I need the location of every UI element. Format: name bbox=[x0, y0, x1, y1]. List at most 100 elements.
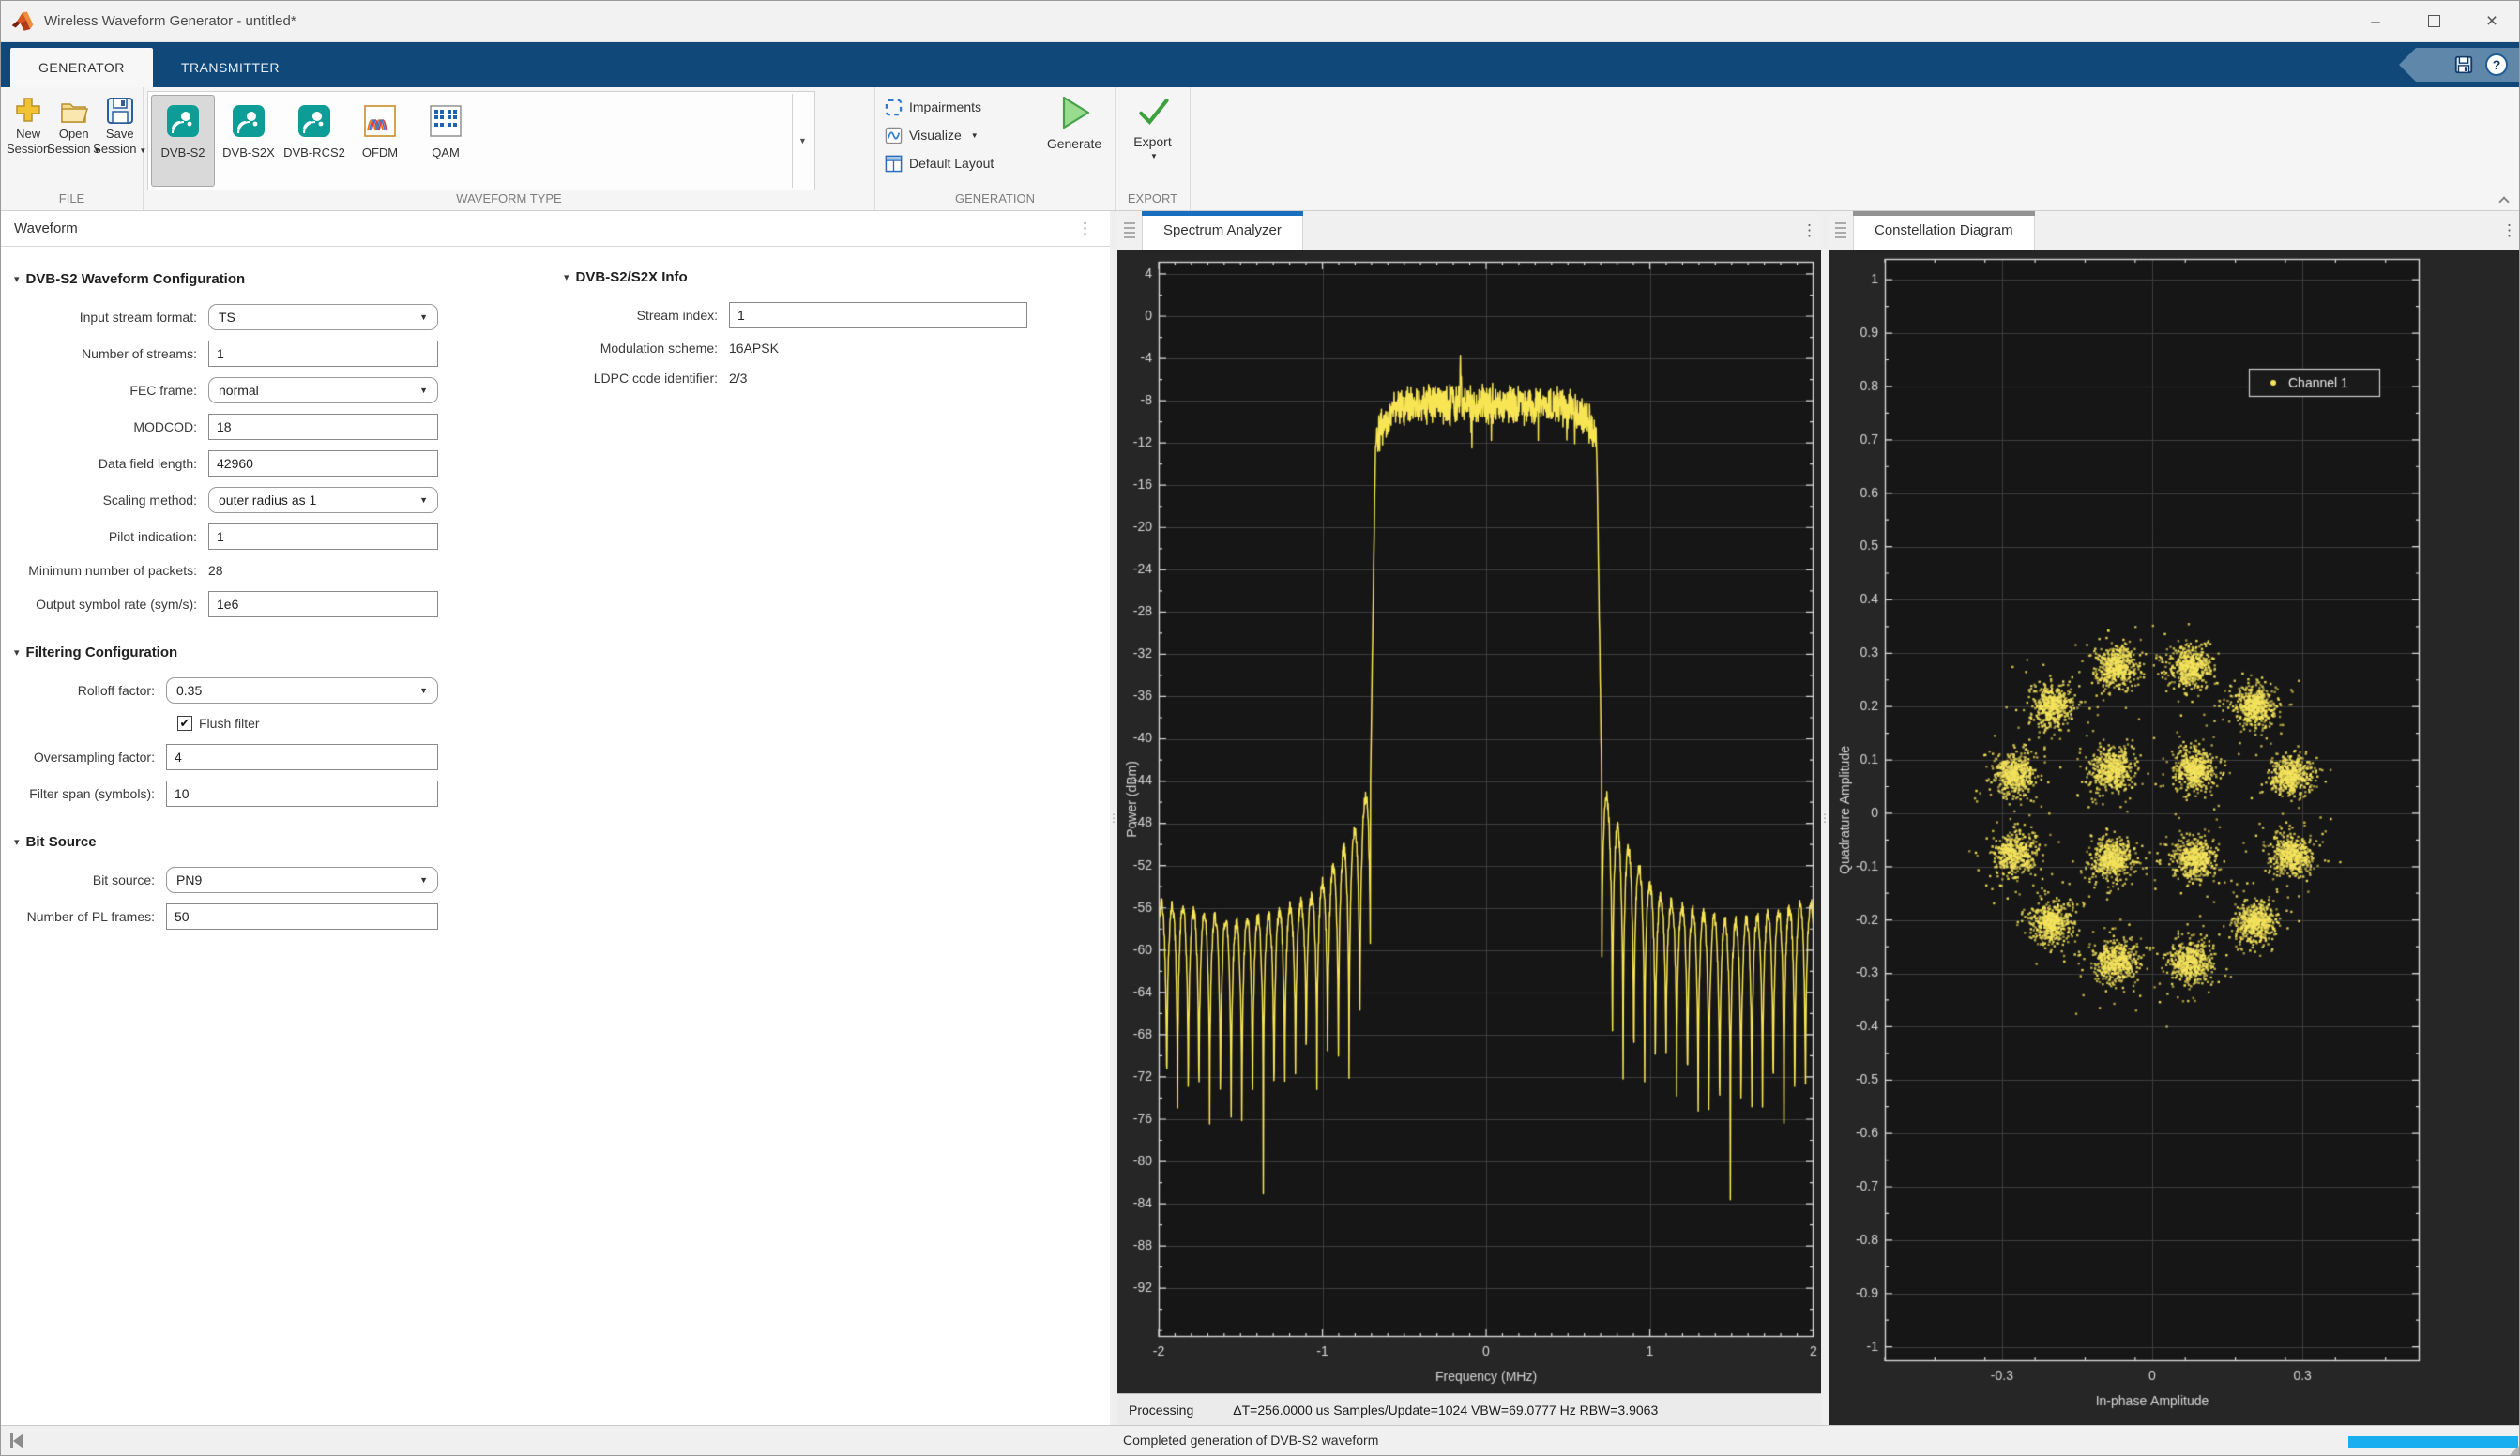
generate-play-icon bbox=[1055, 93, 1094, 132]
visualize-button[interactable]: Visualize ▼ bbox=[885, 121, 994, 149]
form-row: Number of PL frames: bbox=[1, 898, 564, 934]
form-row: Modulation scheme: 16APSK bbox=[564, 333, 1089, 363]
minimize-button[interactable]: – bbox=[2346, 1, 2405, 41]
tab-transmitter[interactable]: TRANSMITTER bbox=[153, 48, 308, 87]
collapse-arrow-icon: ▾ bbox=[14, 836, 20, 848]
constellation-plot[interactable] bbox=[1829, 250, 2520, 1425]
ribbon-section-export: Export ▼ EXPORT bbox=[1116, 87, 1191, 210]
output-symbol-rate-input[interactable] bbox=[208, 591, 438, 617]
form-row: MODCOD: bbox=[1, 408, 564, 445]
form-row: ✔ Flush filter bbox=[1, 708, 564, 738]
dropdown-arrow-icon: ▼ bbox=[971, 131, 979, 140]
matlab-logo-icon bbox=[10, 9, 35, 34]
flush-filter-checkbox[interactable]: ✔ bbox=[177, 716, 192, 731]
resize-grip-icon[interactable] bbox=[2510, 1446, 2519, 1455]
stream-index-input[interactable] bbox=[729, 302, 1027, 328]
collapse-panel-icon[interactable] bbox=[10, 1433, 23, 1448]
spectrum-analyzer-panel: Spectrum Analyzer ⋮ Processing ΔT=256.00… bbox=[1117, 211, 1821, 1425]
waveform-tile-qam[interactable]: QAM bbox=[414, 95, 478, 187]
open-folder-icon bbox=[58, 95, 90, 127]
input-stream-format-dropdown[interactable]: TS ▼ bbox=[208, 304, 438, 330]
section-dvbs2-config[interactable]: ▾ DVB-S2 Waveform Configuration bbox=[14, 271, 564, 287]
number-of-streams-input[interactable] bbox=[208, 341, 438, 367]
tab-generator[interactable]: GENERATOR bbox=[10, 48, 153, 87]
filter-span-input[interactable] bbox=[166, 781, 438, 807]
dropdown-arrow-icon: ▼ bbox=[1150, 152, 1158, 160]
status-bar: Completed generation of DVB-S2 waveform bbox=[1, 1425, 2520, 1456]
maximize-button[interactable] bbox=[2405, 1, 2463, 41]
visualize-icon bbox=[885, 127, 903, 144]
form-row: Filter span (symbols): bbox=[1, 775, 564, 811]
kebab-menu-icon[interactable]: ⋮ bbox=[2497, 221, 2520, 240]
gallery-dropdown-button[interactable]: ▼ bbox=[792, 94, 812, 188]
form-row: Output symbol rate (sym/s): bbox=[1, 585, 564, 622]
panel-splitter[interactable]: ⋮ bbox=[1110, 211, 1117, 1425]
dropdown-arrow-icon: ▼ bbox=[419, 312, 428, 322]
waveform-panel-header: Waveform ⋮ bbox=[1, 211, 1110, 247]
default-layout-button[interactable]: Default Layout bbox=[885, 149, 994, 177]
satellite-icon bbox=[297, 104, 331, 138]
impairments-button[interactable]: Impairments bbox=[885, 93, 994, 121]
form-row: LDPC code identifier: 2/3 bbox=[564, 363, 1089, 393]
fec-frame-dropdown[interactable]: normal ▼ bbox=[208, 377, 438, 403]
dropdown-arrow-icon: ▼ bbox=[419, 495, 428, 505]
waveform-tile-dvbs2x[interactable]: DVB-S2X bbox=[217, 95, 281, 187]
dvbs2-info-block: ▾ DVB-S2/S2X Info Stream index: Modulati… bbox=[564, 247, 1089, 393]
ribbon-section-file: New Session Open Session▼ Save bbox=[1, 87, 144, 210]
collapse-arrow-icon: ▾ bbox=[564, 271, 569, 283]
section-bit-source[interactable]: ▾ Bit Source bbox=[14, 834, 564, 850]
section-dvbs2-info[interactable]: ▾ DVB-S2/S2X Info bbox=[564, 269, 1089, 285]
ribbon-collapse-icon[interactable] bbox=[2500, 195, 2512, 203]
ribbon-tab-strip: GENERATOR TRANSMITTER ? bbox=[1, 42, 2520, 87]
close-button[interactable]: × bbox=[2463, 1, 2520, 41]
tab-constellation-diagram[interactable]: Constellation Diagram bbox=[1853, 211, 2035, 250]
spectrum-panel-header: Spectrum Analyzer ⋮ bbox=[1117, 211, 1821, 250]
generate-button[interactable]: Generate bbox=[1040, 93, 1108, 151]
dropdown-arrow-icon: ▼ bbox=[419, 875, 428, 885]
save-icon[interactable] bbox=[2453, 54, 2474, 75]
tab-spectrum-analyzer[interactable]: Spectrum Analyzer bbox=[1142, 211, 1303, 250]
section-filtering-config[interactable]: ▾ Filtering Configuration bbox=[14, 645, 564, 660]
spectrum-plot[interactable] bbox=[1117, 250, 1821, 1393]
ribbon-toolbar: New Session Open Session▼ Save bbox=[1, 87, 2520, 211]
section-label-waveform-type: WAVEFORM TYPE bbox=[144, 191, 874, 205]
modcod-input[interactable] bbox=[208, 414, 438, 440]
pilot-indication-input[interactable] bbox=[208, 523, 438, 550]
section-label-generation: GENERATION bbox=[875, 191, 1115, 205]
scaling-method-dropdown[interactable]: outer radius as 1 ▼ bbox=[208, 487, 438, 513]
constellation-panel-header: Constellation Diagram ⋮ bbox=[1829, 211, 2520, 250]
export-button[interactable]: Export ▼ bbox=[1116, 93, 1190, 160]
collapse-arrow-icon: ▾ bbox=[14, 646, 20, 659]
drag-handle-icon[interactable] bbox=[1829, 211, 1853, 250]
form-row: Oversampling factor: bbox=[1, 738, 564, 775]
rolloff-factor-dropdown[interactable]: 0.35 ▼ bbox=[166, 677, 438, 704]
form-row: Rolloff factor: 0.35 ▼ bbox=[1, 672, 564, 708]
waveform-tile-dvbrcs2[interactable]: DVB-RCS2 bbox=[282, 95, 346, 187]
min-packets-value: 28 bbox=[208, 563, 223, 578]
window-controls: – × bbox=[2346, 1, 2520, 41]
data-field-length-input[interactable] bbox=[208, 450, 438, 477]
waveform-panel: Waveform ⋮ ▾ DVB-S2 Waveform Configurati… bbox=[1, 211, 1110, 1425]
waveform-tile-ofdm[interactable]: OFDM bbox=[348, 95, 412, 187]
kebab-menu-icon[interactable]: ⋮ bbox=[1798, 221, 1821, 240]
save-session-icon bbox=[105, 95, 135, 127]
drag-handle-icon[interactable] bbox=[1117, 211, 1142, 250]
layout-icon bbox=[885, 155, 903, 173]
oversampling-factor-input[interactable] bbox=[166, 744, 438, 770]
waveform-tile-dvbs2[interactable]: DVB-S2 bbox=[151, 95, 215, 187]
status-message: Completed generation of DVB-S2 waveform bbox=[1123, 1433, 1378, 1448]
window-title: Wireless Waveform Generator - untitled* bbox=[44, 13, 296, 29]
bit-source-dropdown[interactable]: PN9 ▼ bbox=[166, 867, 438, 893]
qam-grid-icon bbox=[429, 104, 463, 138]
spectrum-measurements: ΔT=256.0000 us Samples/Update=1024 VBW=6… bbox=[1233, 1403, 1658, 1418]
spectrum-status-strip: Processing ΔT=256.0000 us Samples/Update… bbox=[1117, 1393, 1821, 1425]
kebab-menu-icon[interactable]: ⋮ bbox=[1073, 220, 1097, 238]
num-pl-frames-input[interactable] bbox=[166, 903, 438, 930]
form-row: Number of streams: bbox=[1, 335, 564, 372]
panel-splitter[interactable]: ⋮ bbox=[1821, 211, 1829, 1425]
help-icon[interactable]: ? bbox=[2485, 53, 2508, 76]
dropdown-arrow-icon: ▼ bbox=[419, 386, 428, 395]
title-bar: Wireless Waveform Generator - untitled* … bbox=[1, 1, 2520, 42]
form-row: Input stream format: TS ▼ bbox=[1, 298, 564, 335]
satellite-icon bbox=[166, 104, 200, 138]
